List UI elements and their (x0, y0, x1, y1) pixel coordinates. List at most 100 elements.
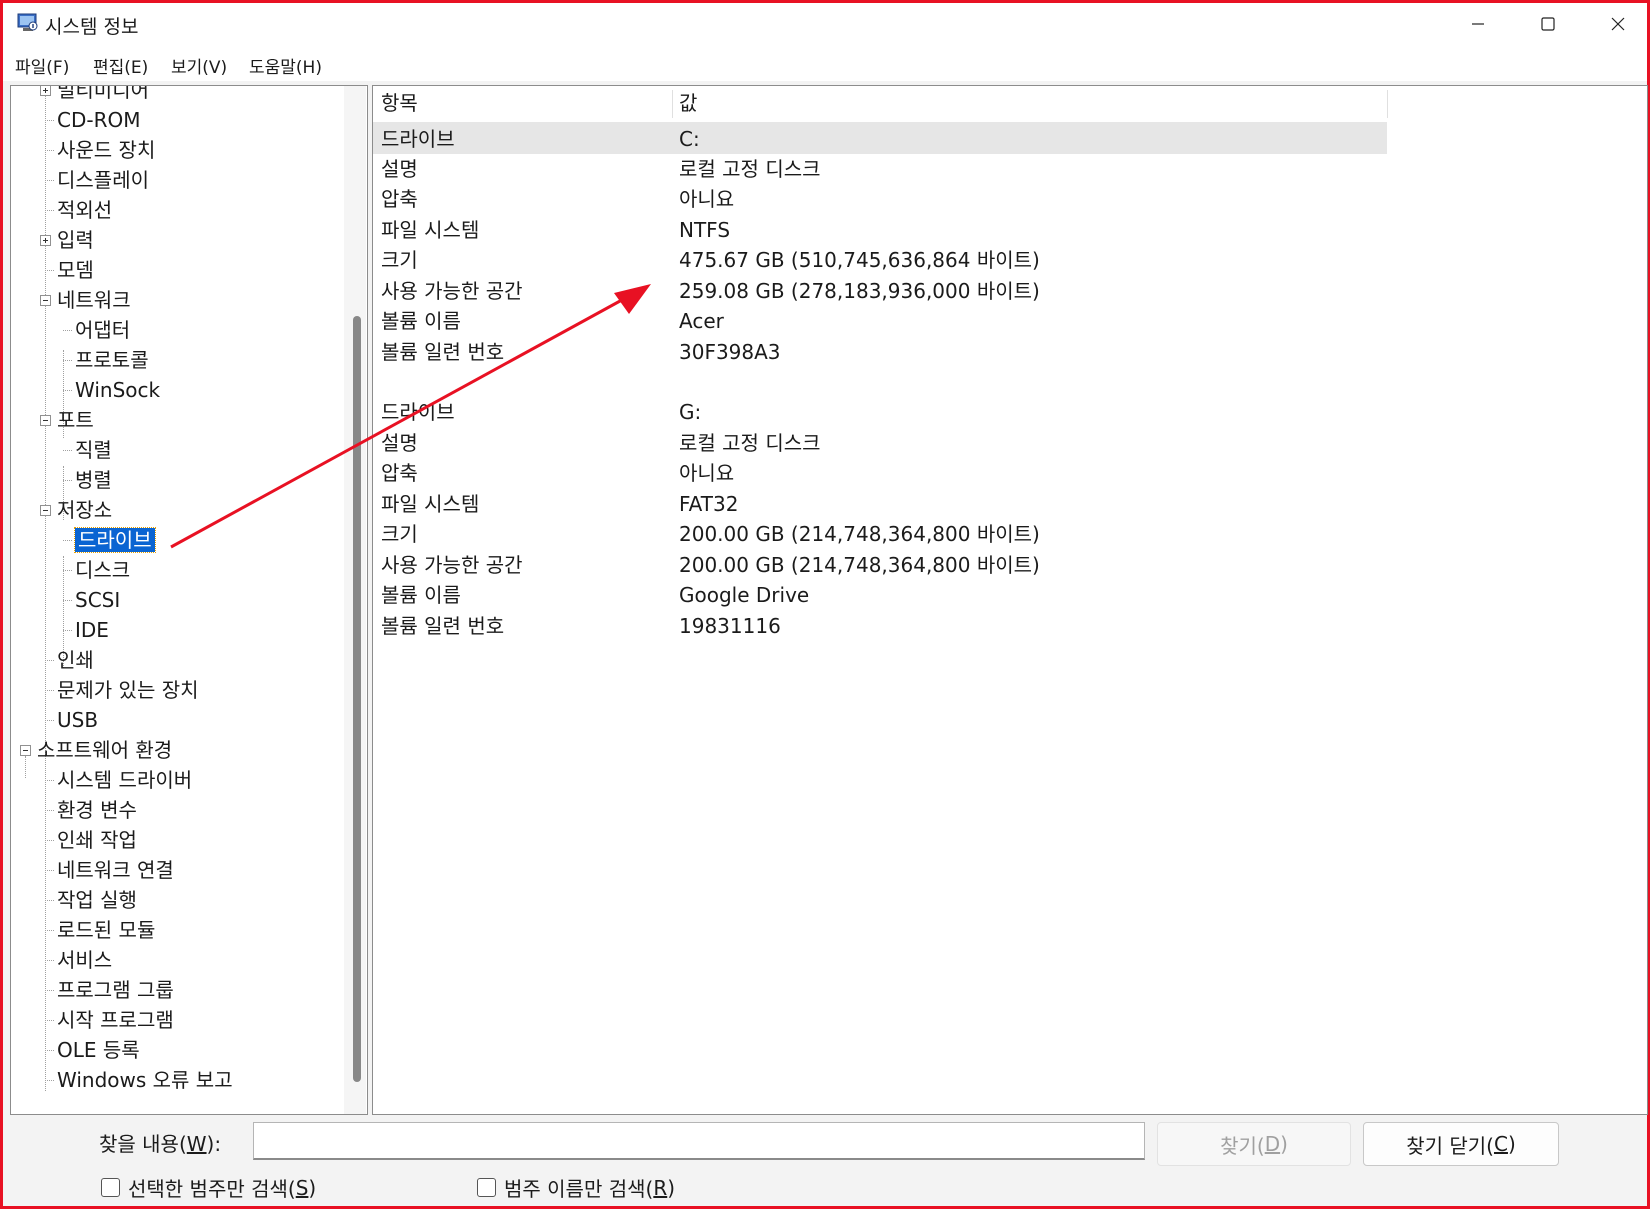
detail-value-cell[interactable]: 475.67 GB (510,745,636,864 바이트) (679, 245, 1040, 275)
tree-item[interactable]: 포트 (57, 406, 94, 434)
tree-item[interactable]: 시스템 드라이버 (57, 766, 192, 794)
detail-item-cell[interactable]: 크기 (381, 245, 418, 275)
detail-item-cell[interactable]: 볼륨 이름 (381, 306, 461, 336)
detail-value-cell[interactable]: 아니요 (679, 458, 734, 488)
tree-item[interactable]: WinSock (75, 376, 160, 404)
minimize-button[interactable] (1443, 3, 1513, 45)
column-divider[interactable] (1387, 90, 1388, 118)
tree-item[interactable]: 어댑터 (75, 316, 130, 344)
tree-item[interactable]: 로드된 모듈 (57, 916, 155, 944)
detail-value-cell[interactable]: 19831116 (679, 611, 781, 641)
tree-item[interactable]: CD-ROM (57, 106, 140, 134)
detail-item-cell[interactable]: 압축 (381, 184, 418, 214)
collapse-icon[interactable] (20, 745, 31, 756)
details-list[interactable]: 항목 값 드라이브 C: 설명 로컬 고정 디스크 압축 아니요 파일 시스템 NTFS 크기 4… (372, 85, 1648, 1115)
detail-item-cell[interactable]: 파일 시스템 (381, 215, 479, 245)
detail-item-cell[interactable]: 압축 (381, 458, 418, 488)
detail-item-cell[interactable]: 볼륨 이름 (381, 580, 461, 610)
detail-item-cell[interactable]: 사용 가능한 공간 (381, 550, 523, 580)
detail-value-cell[interactable]: 로컬 고정 디스크 (679, 428, 821, 458)
tree-item[interactable]: 병렬 (75, 466, 112, 494)
detail-value-cell[interactable]: Acer (679, 306, 724, 336)
search-category-names-checkbox[interactable]: 범주 이름만 검색(R) (477, 1173, 675, 1202)
detail-item-cell[interactable]: 볼륨 일련 번호 (381, 611, 504, 641)
tree-item[interactable]: 입력 (57, 226, 94, 254)
detail-value-cell[interactable]: 200.00 GB (214,748,364,800 바이트) (679, 550, 1040, 580)
title-bar[interactable]: 시스템 정보 (3, 3, 1647, 45)
tree-connector (63, 570, 72, 571)
menu-help[interactable]: 도움말(H) (249, 53, 322, 78)
checkbox-box[interactable] (477, 1178, 496, 1197)
tree-item[interactable]: SCSI (75, 586, 120, 614)
maximize-button[interactable] (1513, 3, 1583, 45)
menu-file[interactable]: 파일(F) (15, 53, 69, 78)
tree-item[interactable]: USB (57, 706, 98, 734)
tree-item[interactable]: 디스플레이 (57, 166, 149, 194)
detail-item-cell[interactable]: 사용 가능한 공간 (381, 276, 523, 306)
checkbox-box[interactable] (101, 1178, 120, 1197)
expand-icon[interactable] (40, 235, 51, 246)
tree-item[interactable]: 시작 프로그램 (57, 1006, 174, 1034)
category-tree[interactable]: 멀티미디어 CD-ROM 사운드 장치 디스플레이 적외선입력모뎀 네트워크어댑터프로토콜… (10, 85, 368, 1115)
tree-item[interactable]: 모뎀 (57, 256, 94, 284)
detail-item-cell[interactable]: 파일 시스템 (381, 489, 479, 519)
tree-item[interactable]: Windows 오류 보고 (57, 1066, 233, 1094)
detail-value-cell[interactable]: 259.08 GB (278,183,936,000 바이트) (679, 276, 1040, 306)
detail-value-cell[interactable]: C: (679, 124, 700, 154)
tree-item[interactable]: 네트워크 연결 (57, 856, 174, 884)
detail-value-cell[interactable]: NTFS (679, 215, 730, 245)
close-find-button[interactable]: 찾기 닫기(C) (1363, 1122, 1559, 1166)
menu-edit[interactable]: 편집(E) (93, 53, 148, 78)
tree-item[interactable]: 프로그램 그룹 (57, 976, 174, 1004)
detail-item-cell[interactable]: 볼륨 일련 번호 (381, 337, 504, 367)
detail-value-cell[interactable]: Google Drive (679, 580, 809, 610)
detail-value-cell[interactable]: 30F398A3 (679, 337, 781, 367)
detail-value-cell[interactable]: G: (679, 397, 701, 427)
tree-scroll-thumb[interactable] (353, 316, 361, 1082)
detail-value-cell[interactable]: 아니요 (679, 184, 734, 214)
tree-item[interactable]: 멀티미디어 (57, 86, 149, 104)
tree-item[interactable]: IDE (75, 616, 109, 644)
detail-value-cell[interactable]: FAT32 (679, 489, 738, 519)
detail-item-cell[interactable]: 드라이브 (381, 397, 455, 427)
column-header-item[interactable]: 항목 (381, 86, 666, 120)
tree-item[interactable]: 직렬 (75, 436, 112, 464)
close-button[interactable] (1583, 3, 1650, 45)
tree-item[interactable]: 디스크 (75, 556, 130, 584)
tree-scrollbar[interactable] (344, 86, 366, 1114)
tree-item[interactable]: 환경 변수 (57, 796, 137, 824)
tree-item[interactable]: 저장소 (57, 496, 112, 524)
tree-item-label: 입력 (57, 228, 94, 252)
find-button[interactable]: 찾기(D) (1157, 1122, 1351, 1166)
detail-value-cell[interactable]: 200.00 GB (214,748,364,800 바이트) (679, 519, 1040, 549)
search-selected-category-checkbox[interactable]: 선택한 범주만 검색(S) (101, 1173, 316, 1202)
tree-item[interactable]: 서비스 (57, 946, 112, 974)
column-divider[interactable] (672, 90, 673, 118)
collapse-icon[interactable] (40, 295, 51, 306)
tree-item[interactable]: 인쇄 (57, 646, 94, 674)
tree-item[interactable]: 작업 실행 (57, 886, 137, 914)
tree-item[interactable]: 적외선 (57, 196, 112, 224)
tree-item[interactable]: 소프트웨어 환경 (37, 736, 172, 764)
menu-view[interactable]: 보기(V) (171, 53, 227, 78)
tree-item-label: Windows 오류 보고 (57, 1068, 233, 1092)
tree-item[interactable]: 문제가 있는 장치 (57, 676, 199, 704)
tree-item[interactable]: 사운드 장치 (57, 136, 155, 164)
detail-item-cell[interactable]: 크기 (381, 519, 418, 549)
detail-value-cell[interactable]: 로컬 고정 디스크 (679, 154, 821, 184)
collapse-icon[interactable] (40, 415, 51, 426)
tree-item[interactable]: 네트워크 (57, 286, 131, 314)
tree-item[interactable]: OLE 등록 (57, 1036, 140, 1064)
detail-item-cell[interactable]: 드라이브 (381, 124, 455, 154)
detail-item-cell[interactable]: 설명 (381, 428, 418, 458)
tree-item[interactable]: 드라이브 (74, 526, 156, 554)
tree-item-label: 어댑터 (75, 318, 131, 342)
tree-item-label: 디스크 (75, 558, 131, 582)
column-header-value[interactable]: 값 (679, 86, 1379, 120)
tree-item[interactable]: 인쇄 작업 (57, 826, 137, 854)
collapse-icon[interactable] (40, 505, 51, 516)
detail-item-cell[interactable]: 설명 (381, 154, 418, 184)
expand-icon[interactable] (40, 86, 51, 96)
find-input[interactable] (253, 1122, 1145, 1160)
tree-item[interactable]: 프로토콜 (75, 346, 149, 374)
